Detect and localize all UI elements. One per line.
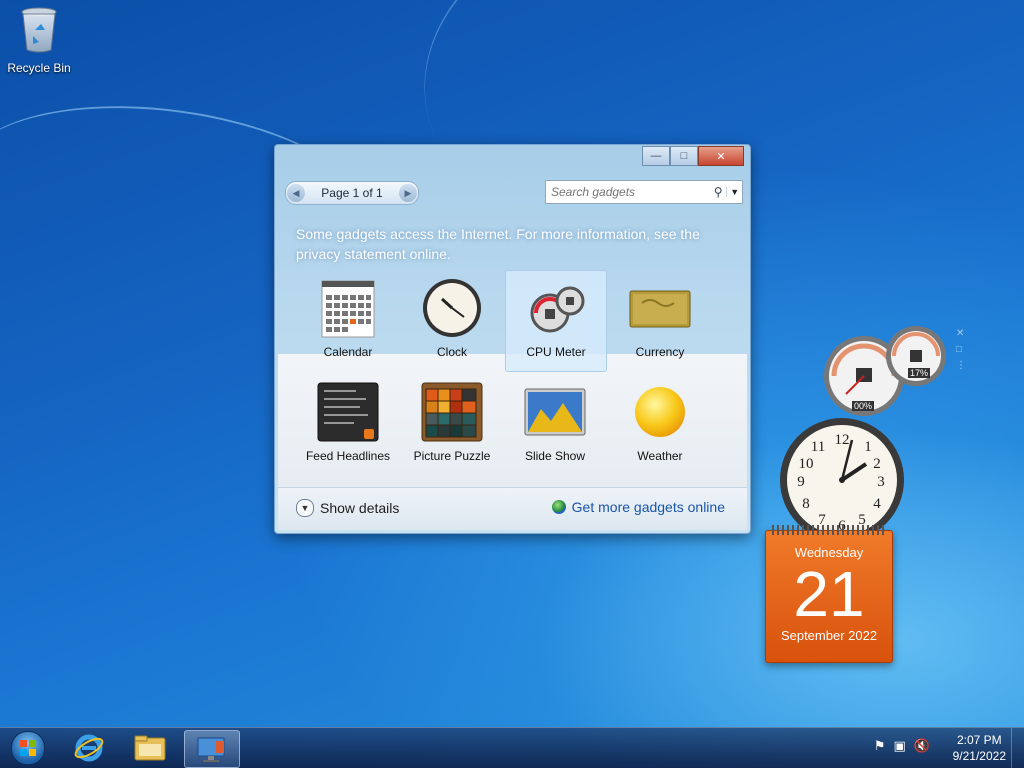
taskbar-file-explorer[interactable] — [123, 730, 177, 766]
taskbar-internet-explorer[interactable] — [62, 730, 116, 766]
globe-icon — [551, 500, 566, 514]
maximize-button[interactable]: □ — [670, 146, 698, 166]
desktop-cpu-meter-gadget[interactable]: 00% 17% — [820, 326, 970, 416]
desktop-calendar-gadget[interactable]: Wednesday 21 September 2022 — [765, 525, 893, 663]
taskbar-gadgets[interactable] — [184, 730, 240, 768]
folder-icon — [134, 735, 166, 761]
gadget-slide-show[interactable]: Slide Show — [505, 375, 605, 475]
gadget-currency[interactable]: Currency — [610, 271, 710, 371]
close-button[interactable]: ✕ — [698, 146, 744, 166]
gadget-clock[interactable]: Clock — [402, 271, 502, 371]
calendar-binding-rings — [772, 525, 886, 535]
svg-text:11: 11 — [811, 439, 825, 455]
cpu-meter-icon — [524, 277, 588, 339]
network-icon[interactable]: ▣ — [894, 738, 906, 754]
svg-text:4: 4 — [873, 496, 881, 512]
cpu-meter-gauges — [824, 326, 946, 416]
resize-icon[interactable]: □ — [956, 342, 970, 358]
caption-buttons: — □ ✕ — [642, 146, 744, 166]
gadget-name: Weather — [637, 449, 683, 463]
gadget-picture-puzzle[interactable]: Picture Puzzle — [402, 375, 502, 475]
internet-explorer-icon — [74, 734, 104, 762]
show-desktop-button[interactable] — [1011, 728, 1024, 768]
show-details-button[interactable]: ▼ Show details — [296, 499, 399, 517]
svg-text:8: 8 — [802, 496, 810, 512]
search-icon[interactable]: ⚲ — [710, 185, 726, 199]
action-center-flag-icon[interactable]: ⚑ — [874, 738, 886, 754]
chevron-right-icon: ▶ — [404, 187, 412, 198]
start-button[interactable] — [6, 730, 50, 766]
next-page-button[interactable]: ▶ — [398, 184, 417, 202]
svg-text:10: 10 — [799, 456, 814, 472]
window-footer: ▼ Show details Get more gadgets online — [278, 487, 747, 530]
taskbar-time: 2:07 PM — [956, 733, 1002, 747]
page-navigator: ◀ Page 1 of 1 ▶ — [285, 181, 419, 205]
feed-headlines-icon — [316, 381, 380, 443]
svg-text:3: 3 — [877, 474, 885, 490]
system-tray: ⚑ ▣ 🔇 — [874, 738, 930, 754]
drag-handle-icon[interactable]: ⋮ — [956, 358, 970, 374]
svg-text:9: 9 — [797, 474, 805, 490]
gadget-name: Currency — [635, 345, 685, 359]
get-more-gadgets-label: Get more gadgets online — [571, 499, 725, 515]
search-dropdown-button[interactable]: ▼ — [726, 187, 742, 197]
desktop-icon-label: Recycle Bin — [7, 61, 71, 75]
calendar-day-number: 21 — [793, 558, 865, 630]
get-more-gadgets-link[interactable]: Get more gadgets online — [551, 499, 725, 515]
cpu-usage-readout: 00% — [852, 401, 875, 411]
desktop-gadgets-icon — [197, 737, 225, 762]
gadget-cpu-meter[interactable]: CPU Meter — [505, 270, 607, 372]
gadget-feed-headlines[interactable]: Feed Headlines — [298, 375, 398, 475]
gadget-gallery-window: — □ ✕ ◀ Page 1 of 1 ▶ ⚲ ▼ Some gadgets a… — [274, 144, 751, 534]
internet-notice[interactable]: Some gadgets access the Internet. For mo… — [296, 224, 726, 264]
desktop-icon-recycle-bin[interactable]: Recycle Bin — [4, 6, 74, 75]
gadget-name: Feed Headlines — [305, 449, 391, 463]
picture-puzzle-icon — [420, 381, 484, 443]
svg-text:1: 1 — [864, 439, 872, 455]
svg-text:2: 2 — [873, 456, 881, 472]
search-input[interactable] — [546, 184, 710, 200]
gadget-name: CPU Meter — [526, 345, 586, 359]
gadget-name: Slide Show — [524, 449, 586, 463]
search-box: ⚲ ▼ — [545, 180, 743, 204]
show-details-label: Show details — [320, 500, 400, 516]
calendar-month-year: September 2022 — [780, 628, 878, 643]
minimize-button[interactable]: — — [642, 146, 670, 166]
gadget-name: Calendar — [323, 345, 373, 359]
windows-logo-icon — [11, 731, 45, 765]
svg-text:12: 12 — [835, 432, 850, 448]
previous-page-button[interactable]: ◀ — [287, 184, 305, 202]
page-label: Page 1 of 1 — [321, 186, 383, 200]
weather-icon — [628, 381, 692, 443]
gadget-name: Picture Puzzle — [413, 449, 491, 463]
taskbar: ⚑ ▣ 🔇 2:07 PM 9/21/2022 — [0, 727, 1024, 768]
chevron-down-icon: ▼ — [296, 499, 314, 517]
chevron-left-icon: ◀ — [292, 187, 300, 198]
gadget-toolbar: ✕ □ ⋮ — [956, 326, 970, 374]
gadget-name: Clock — [436, 345, 467, 359]
taskbar-clock[interactable]: 2:07 PM 9/21/2022 — [953, 732, 1006, 764]
close-icon[interactable]: ✕ — [956, 326, 970, 342]
volume-muted-icon[interactable]: 🔇 — [914, 738, 930, 754]
clock-icon — [420, 277, 484, 339]
gadget-calendar[interactable]: Calendar — [298, 271, 398, 371]
slide-show-icon — [523, 381, 587, 443]
memory-usage-readout: 17% — [908, 368, 931, 378]
taskbar-date: 9/21/2022 — [952, 749, 1006, 763]
calendar-icon — [316, 277, 380, 339]
gadget-weather[interactable]: Weather — [610, 375, 710, 475]
currency-icon — [628, 277, 692, 339]
recycle-bin-icon — [21, 7, 57, 53]
